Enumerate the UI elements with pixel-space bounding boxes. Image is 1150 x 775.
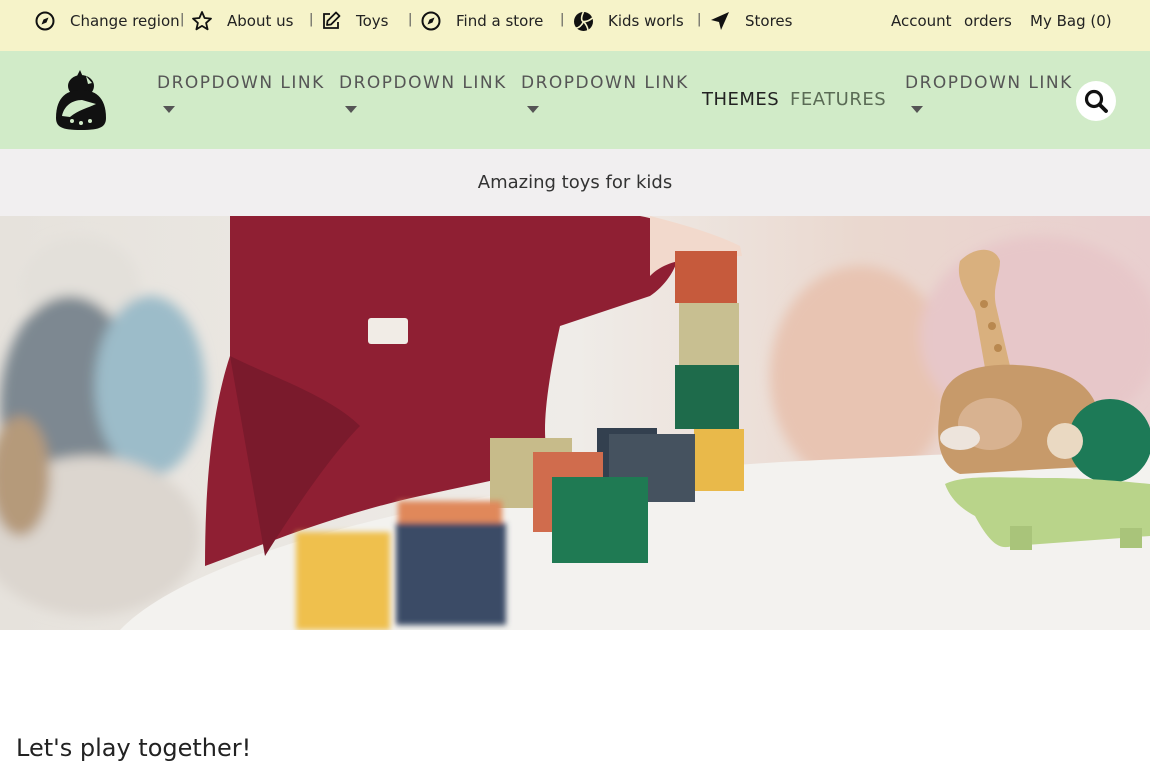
separator: | bbox=[408, 12, 413, 27]
caret-down-icon bbox=[345, 106, 357, 113]
dropdown-link-1[interactable]: DROPDOWN LINK bbox=[157, 73, 325, 113]
dropdown-link-label: DROPDOWN LINK bbox=[521, 73, 689, 93]
edit-icon bbox=[320, 10, 342, 32]
toys-link[interactable]: Toys bbox=[320, 0, 388, 42]
change-region-link[interactable]: Change region bbox=[34, 0, 180, 42]
about-us-label: About us bbox=[227, 12, 294, 30]
dropdown-link-label: DROPDOWN LINK bbox=[157, 73, 325, 93]
section-title: Let's play together! bbox=[16, 734, 252, 762]
search-icon bbox=[1084, 89, 1108, 113]
volleyball-icon bbox=[572, 10, 594, 32]
separator: | bbox=[309, 12, 314, 27]
star-icon bbox=[191, 10, 213, 32]
tagline: Amazing toys for kids bbox=[477, 172, 673, 193]
dropdown-link-2[interactable]: DROPDOWN LINK bbox=[339, 73, 507, 113]
ninja-logo-icon[interactable] bbox=[52, 70, 110, 132]
caret-down-icon bbox=[911, 106, 923, 113]
about-us-link[interactable]: About us bbox=[191, 0, 293, 42]
compass-icon bbox=[34, 10, 56, 32]
utility-bar: Change region | About us | Toys | Find a… bbox=[0, 0, 1150, 51]
change-region-label: Change region bbox=[70, 12, 180, 30]
compass-icon bbox=[420, 10, 442, 32]
stores-label: Stores bbox=[745, 12, 793, 30]
dropdown-link-4[interactable]: DROPDOWN LINK bbox=[905, 73, 1073, 113]
toys-label: Toys bbox=[356, 12, 389, 30]
account-link[interactable]: Account bbox=[891, 0, 952, 42]
separator: | bbox=[180, 12, 185, 27]
dropdown-link-label: DROPDOWN LINK bbox=[905, 73, 1073, 93]
search-button[interactable] bbox=[1076, 81, 1116, 121]
caret-down-icon bbox=[527, 106, 539, 113]
features-link[interactable]: FEATURES bbox=[790, 89, 886, 110]
kids-worls-link[interactable]: Kids worls bbox=[572, 0, 684, 42]
hero-image bbox=[0, 216, 1150, 630]
separator: | bbox=[697, 12, 702, 27]
separator: | bbox=[560, 12, 565, 27]
caret-down-icon bbox=[163, 106, 175, 113]
dropdown-link-3[interactable]: DROPDOWN LINK bbox=[521, 73, 689, 113]
find-a-store-link[interactable]: Find a store bbox=[420, 0, 543, 42]
kids-worls-label: Kids worls bbox=[608, 12, 684, 30]
tagline-bar: Amazing toys for kids bbox=[0, 149, 1150, 216]
main-navigation: DROPDOWN LINK DROPDOWN LINK DROPDOWN LIN… bbox=[0, 51, 1150, 149]
my-bag-link[interactable]: My Bag (0) bbox=[1030, 0, 1112, 42]
stores-link[interactable]: Stores bbox=[709, 0, 792, 42]
themes-link[interactable]: THEMES bbox=[702, 89, 779, 110]
location-arrow-icon bbox=[709, 10, 731, 32]
orders-link[interactable]: orders bbox=[964, 0, 1012, 42]
find-a-store-label: Find a store bbox=[456, 12, 544, 30]
dropdown-link-label: DROPDOWN LINK bbox=[339, 73, 507, 93]
